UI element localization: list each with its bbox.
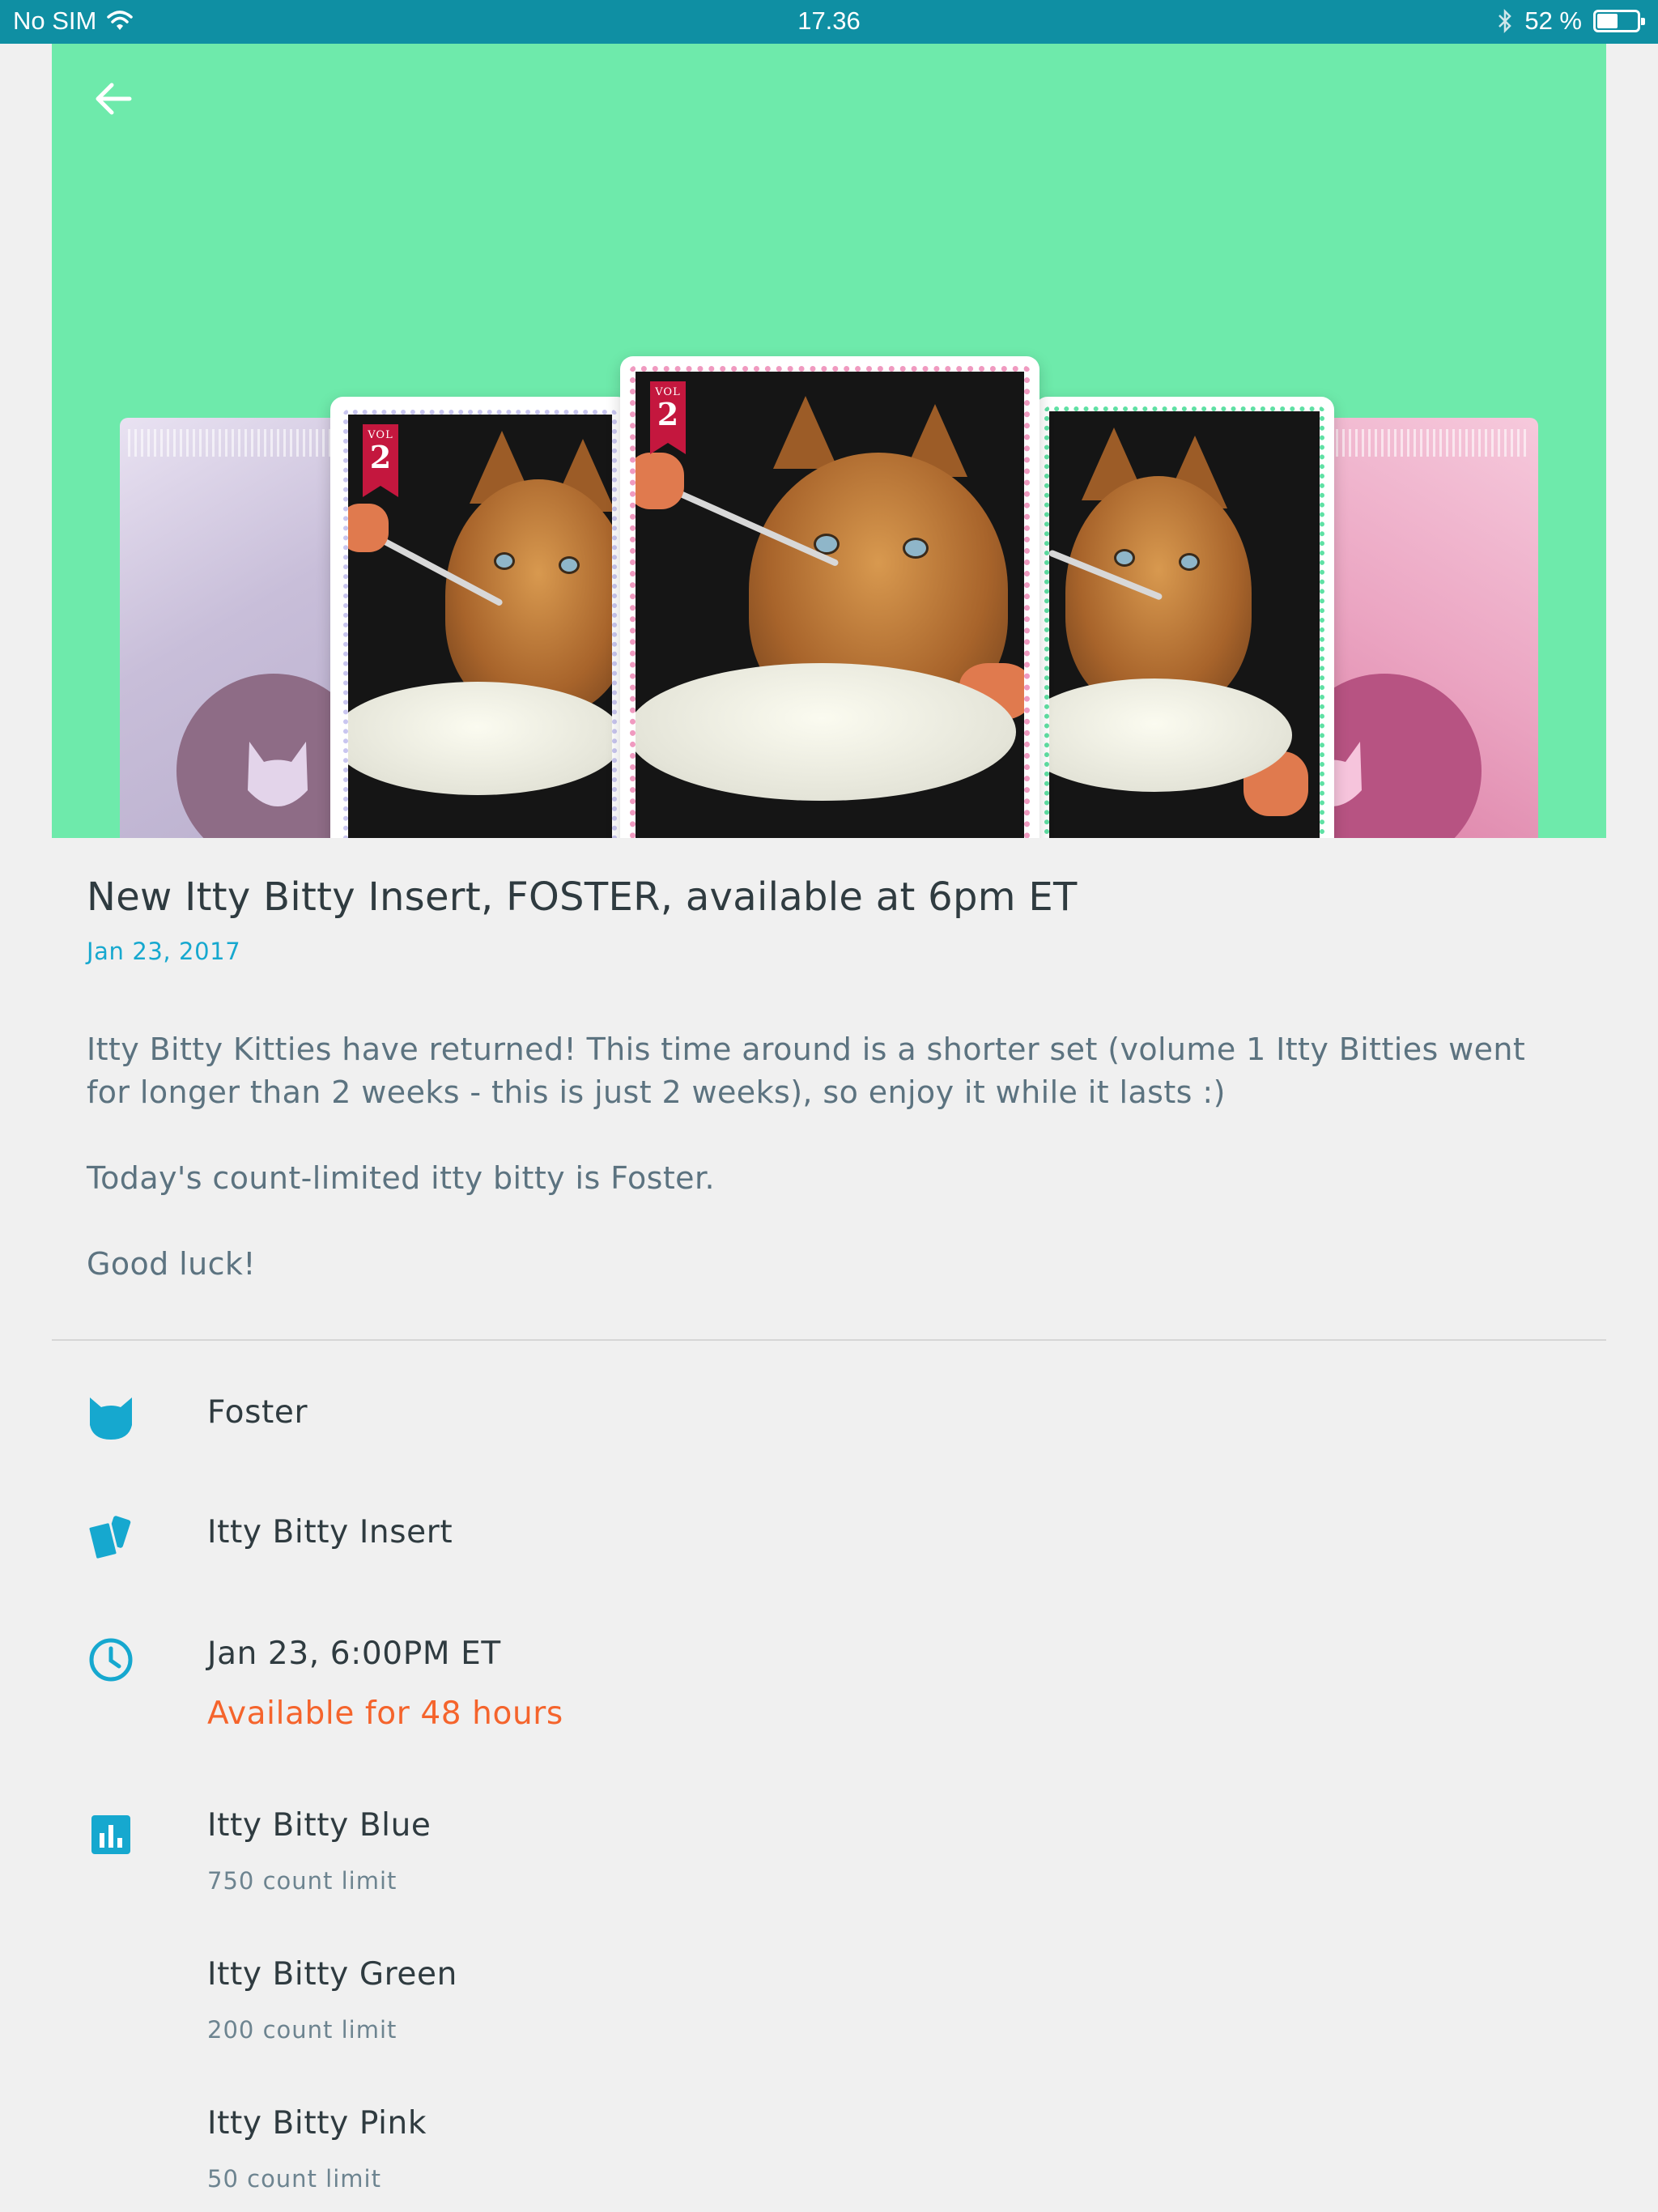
card-frame: [1044, 406, 1324, 838]
kitten-eye: [903, 538, 929, 559]
cat-head-icon: [248, 742, 308, 806]
pack-wrapper-left: [120, 418, 371, 838]
kitten-photo: VOL 2: [348, 415, 612, 838]
pack-crimp: [1303, 429, 1530, 457]
variant-limit: 200 count limit: [207, 2016, 397, 2044]
bluetooth-icon: [1499, 8, 1512, 34]
kitten-eye: [494, 552, 515, 570]
variant-name: Itty Bitty Blue: [207, 1807, 432, 1844]
back-button[interactable]: [87, 73, 139, 125]
clock-icon: [89, 1638, 133, 1682]
vol-number: 2: [369, 439, 392, 475]
card-right: [1035, 397, 1334, 838]
hand: [348, 504, 389, 552]
kitten-eye: [1114, 549, 1135, 567]
kitten-eye: [559, 556, 580, 574]
article-header: New Itty Bitty Insert, FOSTER, available…: [87, 874, 1592, 965]
article-date: Jan 23, 2017: [87, 938, 241, 965]
pack-crimp: [128, 429, 355, 457]
variant-limit: 50 count limit: [207, 2165, 381, 2193]
hero-image: VOL 2 VOL 2: [52, 44, 1606, 838]
variant-limit: 750 count limit: [207, 1867, 397, 1895]
battery-level: [1597, 14, 1618, 28]
vol-badge: VOL 2: [650, 381, 686, 454]
card-name: Foster: [207, 1394, 308, 1431]
divider: [52, 1339, 1606, 1341]
card-frame: VOL 2: [343, 410, 617, 838]
hand: [636, 453, 684, 509]
bowl: [348, 682, 612, 795]
kitten-eye: [1179, 553, 1200, 571]
card-left: VOL 2: [330, 397, 630, 838]
clock: 17.36: [797, 6, 861, 35]
card-type: Itty Bitty Insert: [207, 1514, 453, 1551]
article-title: New Itty Bitty Insert, FOSTER, available…: [87, 874, 1078, 920]
bowl: [636, 663, 1016, 801]
kitten-ear: [773, 396, 838, 469]
variant-name: Itty Bitty Pink: [207, 2105, 427, 2142]
availability-label: Available for 48 hours: [207, 1695, 563, 1732]
kitten-photo: [1049, 411, 1320, 838]
release-time: Jan 23, 6:00PM ET: [207, 1636, 501, 1672]
card-center: VOL 2: [620, 356, 1039, 838]
status-right: 52 %: [1497, 6, 1645, 36]
article-paragraph: Itty Bitty Kitties have returned! This t…: [87, 1032, 1526, 1110]
kitten-photo: VOL 2: [636, 372, 1024, 838]
cat-head-icon: [90, 1397, 132, 1440]
status-bar: No SIM 17.36 52 %: [0, 0, 1658, 44]
arrow-left-icon: [96, 83, 132, 115]
article-paragraph: Today's count-limited itty bitty is Fost…: [87, 1160, 715, 1196]
battery-percent: 52 %: [1524, 6, 1582, 35]
cards-icon: [87, 1516, 131, 1561]
kitten: [445, 479, 612, 714]
battery-icon: [1593, 10, 1645, 32]
article-body: Itty Bitty Kitties have returned! This t…: [87, 1028, 1544, 1329]
vol-badge: VOL 2: [363, 424, 398, 497]
bar-chart-icon: [91, 1815, 130, 1854]
card-frame: VOL 2: [630, 366, 1030, 838]
variant-name: Itty Bitty Green: [207, 1956, 457, 1993]
article-paragraph: Good luck!: [87, 1246, 256, 1282]
vol-number: 2: [657, 396, 679, 432]
